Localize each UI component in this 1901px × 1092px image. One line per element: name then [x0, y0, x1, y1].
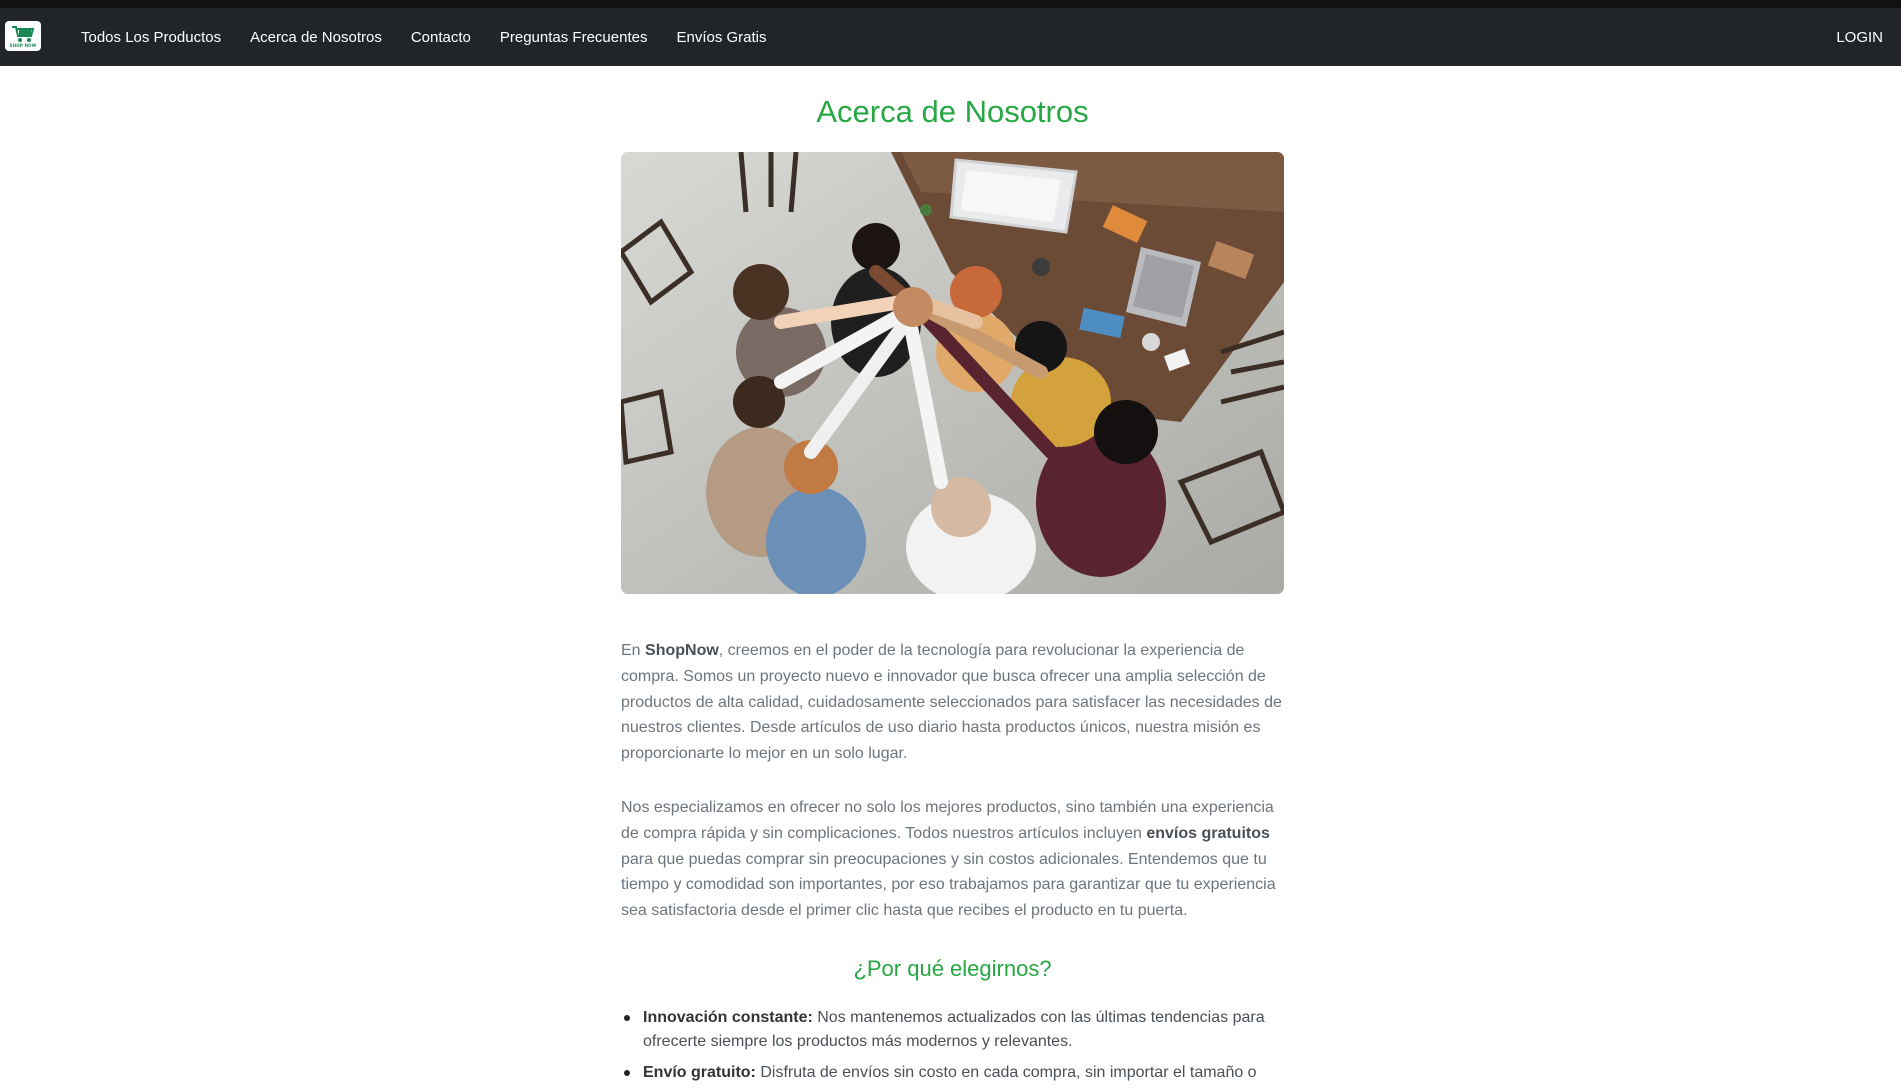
top-strip — [0, 0, 1901, 8]
logo-text: SHOP NOW — [9, 42, 37, 48]
shopping-cart-icon — [12, 25, 35, 42]
why-choose-us-heading: ¿Por qué elegirnos? — [853, 955, 1052, 981]
login-link[interactable]: LOGIN — [1836, 8, 1883, 66]
shopnow-logo[interactable]: SHOP NOW — [5, 21, 41, 51]
nav-todos-los-productos[interactable]: Todos Los Productos — [81, 29, 221, 46]
nav-links: Todos Los Productos Acerca de Nosotros C… — [81, 8, 796, 66]
page-title: Acerca de Nosotros — [816, 94, 1089, 129]
reason-title: Envío gratuito: — [643, 1063, 756, 1081]
services-text-after: para que puedas comprar sin preocupacion… — [621, 850, 1276, 920]
navbar: SHOP NOW Todos Los Productos Acerca de N… — [0, 8, 1901, 66]
nav-preguntas-frecuentes[interactable]: Preguntas Frecuentes — [500, 29, 648, 46]
intro-paragraph: En ShopNow, creemos en el poder de la te… — [621, 638, 1284, 767]
list-item: Envío gratuito: Disfruta de envíos sin c… — [621, 1061, 1284, 1085]
brand-name: ShopNow — [645, 642, 719, 659]
nav-envios-gratis[interactable]: Envíos Gratis — [676, 29, 766, 46]
services-paragraph: Nos especializamos en ofrecer no solo lo… — [621, 795, 1284, 924]
about-content: Acerca de Nosotros En ShopNow, creemos e… — [621, 66, 1284, 1092]
reason-text: Disfruta de envíos sin costo en cada com… — [755, 1063, 1257, 1081]
team-photo — [621, 152, 1284, 594]
intro-prefix: En — [621, 642, 646, 659]
reason-title: Innovación constante: — [643, 1008, 813, 1026]
nav-acerca-de-nosotros[interactable]: Acerca de Nosotros — [250, 29, 382, 46]
reasons-list: Innovación constante: Nos mantenemos act… — [621, 1006, 1284, 1085]
free-shipping-highlight: envíos gratuitos — [1146, 824, 1270, 842]
list-item: Innovación constante: Nos mantenemos act… — [621, 1006, 1284, 1054]
team-high-five-image — [621, 152, 1284, 594]
intro-text: , creemos en el poder de la tecnología p… — [621, 642, 1282, 763]
nav-contacto[interactable]: Contacto — [411, 29, 471, 46]
